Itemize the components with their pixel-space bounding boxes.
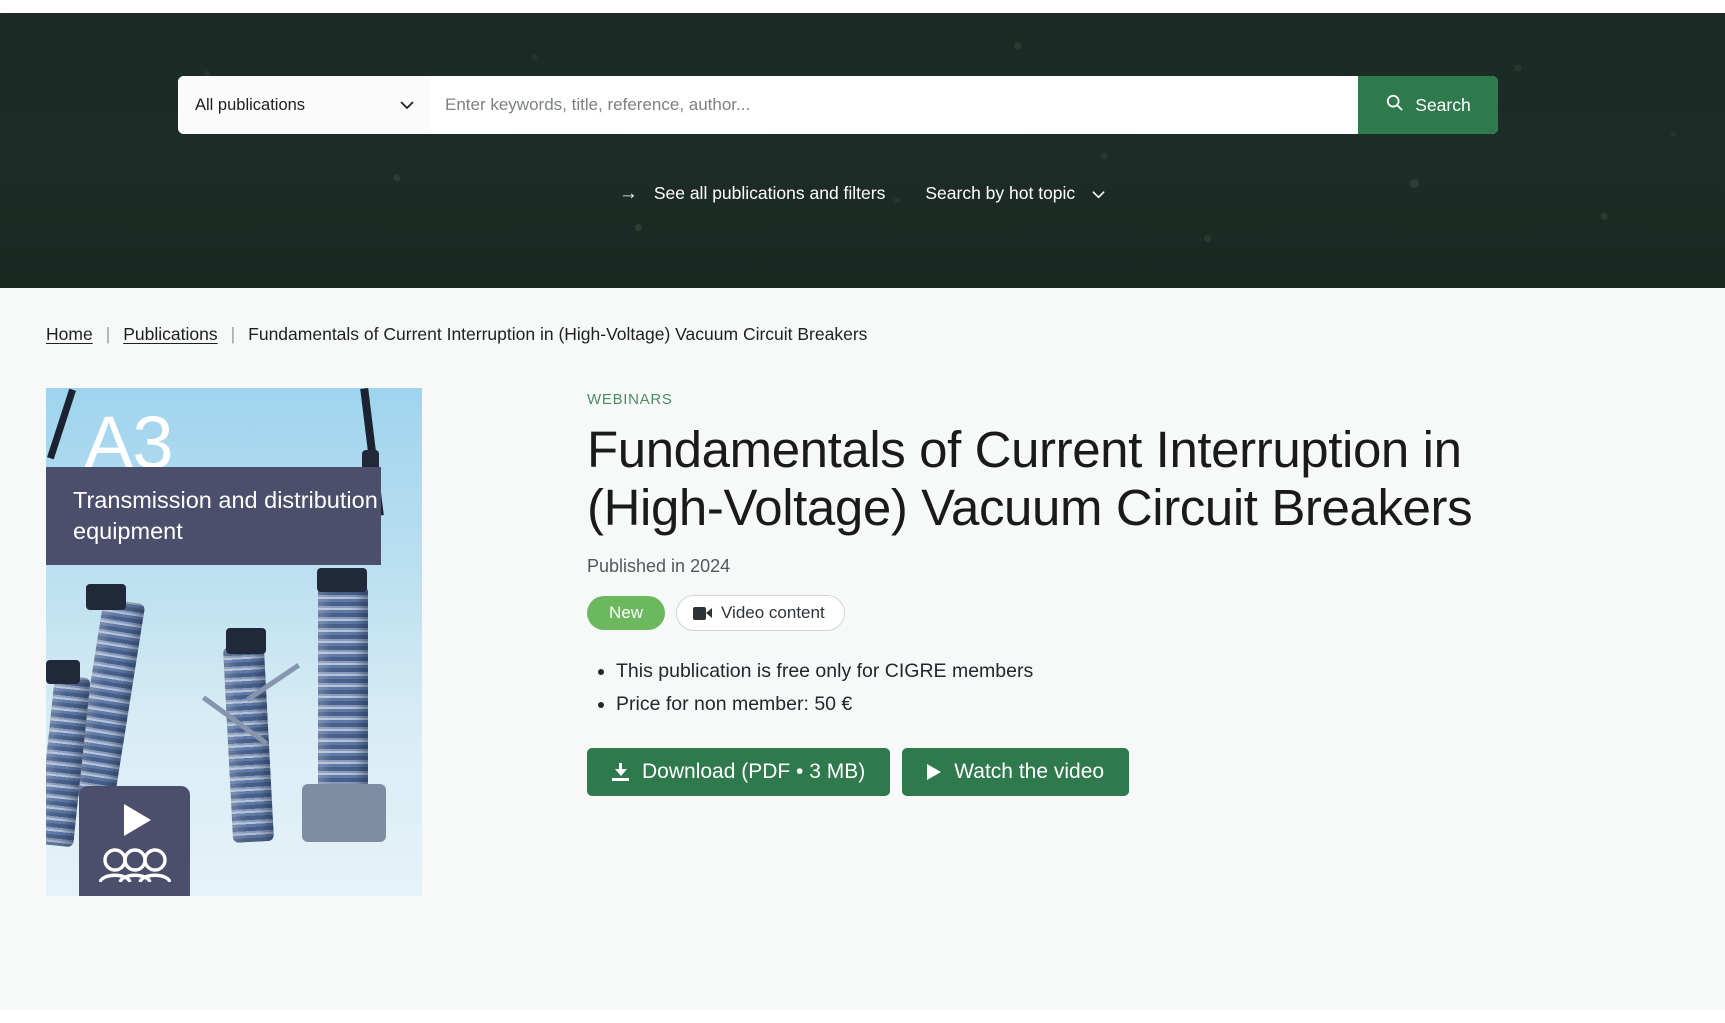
cover-play-button[interactable]	[79, 786, 190, 896]
download-icon	[612, 762, 629, 781]
publication-detail: WEBINARS Fundamentals of Current Interru…	[587, 388, 1597, 896]
see-all-publications-label: See all publications and filters	[653, 183, 886, 203]
page-title: Fundamentals of Current Interruption in …	[587, 421, 1473, 537]
study-committee-name: Transmission and distribution equipment	[73, 486, 378, 544]
breadcrumb-current-page: Fundamentals of Current Interruption in …	[248, 324, 868, 344]
publication-tags: New Video content	[587, 595, 1597, 632]
status-badge-new: New	[587, 596, 666, 631]
play-icon	[124, 804, 151, 836]
hero-links: → See all publications and filters Searc…	[0, 183, 1725, 204]
decorative-cap	[317, 568, 367, 592]
breadcrumb-separator: |	[230, 324, 236, 344]
video-content-label: Video content	[721, 603, 825, 623]
publication-actions: Download (PDF • 3 MB) Watch the video	[587, 747, 1597, 796]
play-icon	[927, 763, 942, 780]
publication-date: Published in 2024	[587, 556, 731, 577]
arrow-right-icon: →	[618, 183, 638, 204]
breadcrumb-publications-link[interactable]: Publications	[123, 324, 217, 345]
decorative-conductor	[47, 388, 76, 460]
publication-scope-select[interactable]: All publications	[178, 76, 431, 134]
search-button-label: Search	[1415, 94, 1471, 115]
decorative-cap	[226, 628, 266, 654]
breadcrumb-home-link[interactable]: Home	[46, 324, 93, 345]
search-by-hot-topic-label: Search by hot topic	[925, 183, 1076, 203]
watch-video-button-label: Watch the video	[954, 759, 1105, 783]
bottom-white-strip	[0, 1010, 1725, 1023]
search-bar: All publications Search	[178, 76, 1498, 134]
publication-category: WEBINARS	[587, 391, 673, 408]
chevron-down-icon	[1091, 186, 1106, 201]
decorative-cap	[46, 660, 80, 684]
top-white-strip	[0, 0, 1725, 13]
search-input[interactable]	[431, 76, 1358, 134]
list-item: This publication is free only for CIGRE …	[616, 656, 1597, 688]
status-badge-video-content: Video content	[676, 595, 845, 632]
chevron-down-icon	[399, 97, 415, 113]
search-button[interactable]: Search	[1358, 76, 1498, 134]
search-icon	[1385, 93, 1404, 117]
publication-scope-label: All publications	[195, 95, 306, 114]
hero-search-band: All publications Search → See all public…	[0, 13, 1725, 288]
page-body: Home | Publications | Fundamentals of Cu…	[0, 288, 1725, 1010]
list-item: Price for non member: 50 €	[616, 689, 1597, 721]
decorative-cap	[86, 584, 126, 610]
breadcrumb: Home | Publications | Fundamentals of Cu…	[46, 288, 1679, 345]
decorative-base	[302, 784, 386, 842]
breadcrumb-separator: |	[105, 324, 111, 344]
download-button[interactable]: Download (PDF • 3 MB)	[587, 747, 891, 796]
publication-content: A3 Transmission and distribution equipme…	[46, 388, 1679, 896]
people-group-icon	[97, 848, 172, 887]
video-camera-icon	[693, 606, 713, 620]
publication-info-list: This publication is free only for CIGRE …	[587, 656, 1597, 720]
see-all-publications-link[interactable]: → See all publications and filters	[619, 183, 886, 204]
publication-cover-card[interactable]: A3 Transmission and distribution equipme…	[46, 388, 422, 896]
download-button-label: Download (PDF • 3 MB)	[642, 759, 866, 783]
watch-video-button[interactable]: Watch the video	[902, 747, 1130, 796]
study-committee-banner: Transmission and distribution equipment	[46, 467, 381, 565]
decorative-insulator	[222, 645, 275, 843]
decorative-insulator	[318, 586, 368, 794]
search-by-hot-topic-link[interactable]: Search by hot topic	[925, 183, 1106, 204]
